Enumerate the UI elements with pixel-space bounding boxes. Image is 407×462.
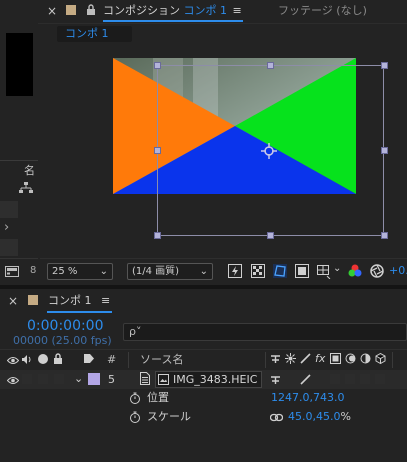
scale-unit: % <box>340 410 351 423</box>
stopwatch-icon[interactable] <box>129 411 141 423</box>
column-divider <box>265 352 266 368</box>
chevron-down-icon[interactable]: ⌄ <box>333 263 341 274</box>
resolution-dropdown[interactable]: (1/4 画質) ⌄ <box>127 263 213 280</box>
label-tag-icon[interactable] <box>83 353 95 364</box>
channel-rgb-icon[interactable] <box>347 263 363 279</box>
exposure-value[interactable]: +0.0 <box>389 264 407 278</box>
layer-search-input[interactable]: ρ˅ <box>123 323 407 341</box>
mask-path-icon[interactable] <box>272 263 288 279</box>
layer-number: 5 <box>108 373 115 386</box>
comp-subtab-label: コンポ 1 <box>65 27 109 40</box>
file-icon <box>140 372 150 385</box>
fx-icon[interactable]: fx <box>315 352 325 365</box>
lock-icon[interactable] <box>86 4 96 15</box>
3d-layer-icon[interactable] <box>375 352 386 365</box>
transform-handle[interactable] <box>381 62 388 69</box>
shy-switch-icon[interactable] <box>270 374 281 385</box>
composition-tab-name: コンポ 1 <box>183 4 228 17</box>
transform-handle[interactable] <box>154 232 161 239</box>
resolution-value: (1/4 画質) <box>132 266 180 277</box>
project-column-divider <box>0 160 38 161</box>
image-icon <box>158 374 169 385</box>
interpret-footage-icon[interactable] <box>5 266 19 277</box>
frame-info: 00000 (25.00 fps) <box>13 334 112 347</box>
transform-handle[interactable] <box>154 62 161 69</box>
grid-guides-icon[interactable] <box>316 263 332 280</box>
chevron-down-icon[interactable]: ⌄ <box>74 372 83 385</box>
column-number[interactable]: # <box>107 353 116 367</box>
quality-switch-icon[interactable] <box>300 374 311 385</box>
project-thumbnail <box>6 33 33 96</box>
panel-menu-icon[interactable]: ≡ <box>233 4 242 17</box>
fast-preview-icon[interactable] <box>227 263 243 279</box>
chevron-down-icon: ⌄ <box>199 266 208 277</box>
transform-handle[interactable] <box>381 147 388 154</box>
project-row[interactable] <box>0 239 18 256</box>
column-divider <box>128 352 129 368</box>
transparency-grid-icon[interactable] <box>250 263 266 279</box>
chevron-down-icon: ⌄ <box>99 266 108 277</box>
column-source-name[interactable]: ソース名 <box>140 353 183 367</box>
eye-icon[interactable] <box>6 375 20 384</box>
folder-tree-icon <box>19 182 33 194</box>
search-icon: ρ˅ <box>129 325 142 338</box>
bpc-label[interactable]: 8 <box>30 264 36 278</box>
timeline-tab-underline <box>47 311 112 313</box>
zoom-value: 25 % <box>52 266 78 277</box>
layer-label-color[interactable] <box>88 373 100 385</box>
constrain-proportions-icon[interactable] <box>269 412 284 422</box>
frame-blend-icon[interactable] <box>330 353 341 364</box>
switch-cell[interactable] <box>330 374 340 384</box>
adjustment-layer-icon[interactable] <box>360 353 371 364</box>
property-name: 位置 <box>147 391 169 404</box>
composition-tab-prefix: コンポジション <box>103 4 180 17</box>
eye-icon[interactable] <box>6 355 20 364</box>
lock-switch[interactable] <box>54 374 64 384</box>
comp-color-swatch <box>66 5 76 15</box>
stopwatch-icon[interactable] <box>129 392 141 404</box>
audio-switch[interactable] <box>22 374 32 384</box>
project-row[interactable] <box>0 201 18 218</box>
anchor-point-icon[interactable] <box>261 143 277 159</box>
footage-tab[interactable]: フッテージ (なし) <box>278 4 367 18</box>
close-tab-icon[interactable]: × <box>47 4 57 18</box>
speaker-icon[interactable] <box>21 354 33 365</box>
exposure-reset-icon[interactable] <box>369 263 385 279</box>
quality-icon[interactable] <box>300 353 311 364</box>
close-tab-icon[interactable]: × <box>8 294 18 308</box>
transform-handle[interactable] <box>381 232 388 239</box>
scale-value-group[interactable]: 45.0,45.0% <box>288 410 351 424</box>
panel-menu-icon[interactable]: ≡ <box>101 294 110 307</box>
motion-blur-icon[interactable] <box>345 353 356 364</box>
timeline-empty-area[interactable] <box>0 427 407 462</box>
current-timecode[interactable]: 0:00:00:00 <box>27 318 104 335</box>
switch-cell[interactable] <box>360 374 370 384</box>
comp-subtab[interactable]: コンポ 1 <box>57 26 132 42</box>
solo-icon[interactable] <box>38 354 48 364</box>
position-value[interactable]: 1247.0,743.0 <box>271 391 344 405</box>
layer-name: IMG_3483.HEIC <box>173 373 258 386</box>
lock-icon[interactable] <box>53 353 63 364</box>
solo-switch[interactable] <box>38 374 48 384</box>
zoom-dropdown[interactable]: 25 % ⌄ <box>47 263 113 280</box>
transform-handle[interactable] <box>154 147 161 154</box>
scale-value[interactable]: 45.0,45.0 <box>288 410 340 423</box>
property-row-position[interactable] <box>0 389 407 408</box>
project-name-column[interactable]: 名 <box>24 164 35 178</box>
property-name: スケール <box>147 410 191 423</box>
timeline-tab-title[interactable]: コンポ 1 ≡ <box>48 294 110 308</box>
column-divider <box>392 352 393 368</box>
shy-icon[interactable] <box>270 353 281 364</box>
expand-arrow-icon[interactable]: › <box>4 221 9 235</box>
comp-color-swatch <box>28 295 38 305</box>
region-of-interest-icon[interactable] <box>294 263 310 279</box>
switch-cell[interactable] <box>345 374 355 384</box>
composition-tab-title[interactable]: コンポジション コンポ 1 ≡ <box>103 4 242 18</box>
transform-handle[interactable] <box>267 62 274 69</box>
timeline-tab-name: コンポ 1 <box>48 294 92 307</box>
collapse-icon[interactable] <box>285 353 296 364</box>
switch-cell[interactable] <box>375 374 385 384</box>
transform-handle[interactable] <box>267 232 274 239</box>
composition-tab-underline <box>103 20 243 22</box>
